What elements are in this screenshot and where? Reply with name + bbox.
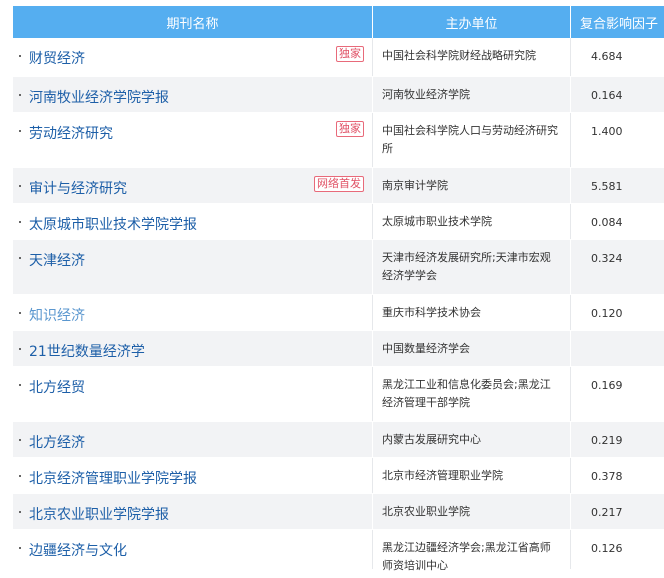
- journal-name-cell: 财贸经济 独家: [13, 38, 373, 76]
- journal-name-cell: 审计与经济研究 网络首发: [13, 168, 373, 203]
- journal-name-link[interactable]: 边疆经济与文化: [29, 540, 127, 560]
- bullet-icon: [19, 348, 21, 350]
- exclusive-badge: 独家: [336, 46, 364, 62]
- header-journal-name[interactable]: 期刊名称: [13, 6, 373, 38]
- journal-name-link[interactable]: 财贸经济: [29, 48, 85, 68]
- table-row: 边疆经济与文化 黑龙江边疆经济学会;黑龙江省高师师资培训中心 0.126: [13, 530, 664, 572]
- sponsor-unit-cell: 黑龙江边疆经济学会;黑龙江省高师师资培训中心: [373, 530, 571, 572]
- impact-factor-cell: 1.400: [591, 125, 623, 138]
- journal-name-cell: 北方经贸: [13, 367, 373, 421]
- table-header: 期刊名称 主办单位 复合影响因子: [13, 6, 664, 38]
- table-row: 劳动经济研究 独家 中国社会科学院人口与劳动经济研究所 1.400: [13, 113, 664, 168]
- table-row: 审计与经济研究 网络首发 南京审计学院 5.581: [13, 168, 664, 204]
- sponsor-unit-cell: 北京市经济管理职业学院: [373, 458, 571, 493]
- journal-name-link[interactable]: 21世纪数量经济学: [29, 341, 145, 361]
- sponsor-unit-cell: 天津市经济发展研究所;天津市宏观经济学学会: [373, 240, 571, 294]
- table-body: 财贸经济 独家 中国社会科学院财经战略研究院 4.684 河南牧业经济学院学报 河南牧业经…: [13, 38, 664, 572]
- bullet-icon: [19, 384, 21, 386]
- impact-factor-cell: 0.378: [591, 470, 623, 483]
- impact-factor-cell: 5.581: [591, 180, 623, 193]
- table-row: 北京经济管理职业学院学报 北京市经济管理职业学院 0.378: [13, 458, 664, 494]
- sponsor-unit-cell: 河南牧业经济学院: [373, 77, 571, 112]
- bullet-icon: [19, 439, 21, 441]
- impact-factor-cell: 0.324: [591, 252, 623, 265]
- table-row: 知识经济 重庆市科学技术协会 0.120: [13, 295, 664, 331]
- impact-factor-cell: 0.126: [591, 542, 623, 555]
- bullet-icon: [19, 55, 21, 57]
- impact-factor-cell: [571, 331, 664, 366]
- table-row: 河南牧业经济学院学报 河南牧业经济学院 0.164: [13, 77, 664, 113]
- impact-factor-cell: 0.164: [591, 89, 623, 102]
- table-row: 北京农业职业学院学报 北京农业职业学院 0.217: [13, 494, 664, 530]
- journal-name-link[interactable]: 劳动经济研究: [29, 123, 113, 143]
- table-row: 北方经贸 黑龙江工业和信息化委员会;黑龙江经济管理干部学院 0.169: [13, 367, 664, 422]
- exclusive-badge: 独家: [336, 121, 364, 137]
- journal-name-link[interactable]: 北京农业职业学院学报: [29, 504, 169, 524]
- bullet-icon: [19, 475, 21, 477]
- bullet-icon: [19, 547, 21, 549]
- sponsor-unit-cell: 中国社会科学院人口与劳动经济研究所: [373, 113, 571, 167]
- journal-name-cell: 天津经济: [13, 240, 373, 294]
- impact-factor-cell: 0.219: [591, 434, 623, 447]
- sponsor-unit-cell: 北京农业职业学院: [373, 494, 571, 529]
- impact-factor-cell: 0.217: [591, 506, 623, 519]
- journal-name-link[interactable]: 知识经济: [29, 305, 85, 325]
- table-row: 财贸经济 独家 中国社会科学院财经战略研究院 4.684: [13, 38, 664, 77]
- journal-name-link[interactable]: 太原城市职业技术学院学报: [29, 214, 197, 234]
- bullet-icon: [19, 130, 21, 132]
- sponsor-unit-cell: 中国数量经济学会: [373, 331, 571, 366]
- impact-factor-cell: 0.120: [591, 307, 623, 320]
- online-first-badge: 网络首发: [314, 176, 364, 192]
- bullet-icon: [19, 94, 21, 96]
- sponsor-unit-cell: 太原城市职业技术学院: [373, 204, 571, 239]
- journal-name-link[interactable]: 审计与经济研究: [29, 178, 127, 198]
- journal-name-link[interactable]: 北方经贸: [29, 377, 85, 397]
- journal-name-cell: 21世纪数量经济学: [13, 331, 373, 366]
- journal-name-cell: 知识经济: [13, 295, 373, 330]
- table-row: 天津经济 天津市经济发展研究所;天津市宏观经济学学会 0.324: [13, 240, 664, 295]
- journal-name-cell: 边疆经济与文化: [13, 530, 373, 569]
- sponsor-unit-cell: 南京审计学院: [373, 168, 571, 203]
- impact-factor-cell: 4.684: [591, 50, 623, 63]
- journal-name-cell: 北京农业职业学院学报: [13, 494, 373, 529]
- impact-factor-cell: 0.169: [591, 379, 623, 392]
- journal-name-cell: 太原城市职业技术学院学报: [13, 204, 373, 239]
- journal-name-cell: 北方经济: [13, 422, 373, 457]
- journal-name-link[interactable]: 天津经济: [29, 250, 85, 270]
- bullet-icon: [19, 312, 21, 314]
- impact-factor-cell: 0.084: [591, 216, 623, 229]
- sponsor-unit-cell: 重庆市科学技术协会: [373, 295, 571, 330]
- journal-name-link[interactable]: 河南牧业经济学院学报: [29, 87, 169, 107]
- bullet-icon: [19, 511, 21, 513]
- journal-name-link[interactable]: 北京经济管理职业学院学报: [29, 468, 197, 488]
- journal-name-cell: 劳动经济研究 独家: [13, 113, 373, 167]
- sponsor-unit-cell: 内蒙古发展研究中心: [373, 422, 571, 457]
- sponsor-unit-cell: 中国社会科学院财经战略研究院: [373, 38, 571, 76]
- header-impact-factor[interactable]: 复合影响因子: [571, 6, 664, 38]
- journal-name-cell: 北京经济管理职业学院学报: [13, 458, 373, 493]
- table-row: 太原城市职业技术学院学报 太原城市职业技术学院 0.084: [13, 204, 664, 240]
- journal-name-link[interactable]: 北方经济: [29, 432, 85, 452]
- bullet-icon: [19, 221, 21, 223]
- table-row: 21世纪数量经济学 中国数量经济学会: [13, 331, 664, 367]
- bullet-icon: [19, 257, 21, 259]
- journal-name-cell: 河南牧业经济学院学报: [13, 77, 373, 112]
- bullet-icon: [19, 185, 21, 187]
- journal-table: 期刊名称 主办单位 复合影响因子 财贸经济 独家 中国社会科学院财经战略研究院 4.6…: [13, 6, 664, 572]
- table-row: 北方经济 内蒙古发展研究中心 0.219: [13, 422, 664, 458]
- sponsor-unit-cell: 黑龙江工业和信息化委员会;黑龙江经济管理干部学院: [373, 367, 571, 421]
- header-sponsor-unit[interactable]: 主办单位: [373, 6, 571, 38]
